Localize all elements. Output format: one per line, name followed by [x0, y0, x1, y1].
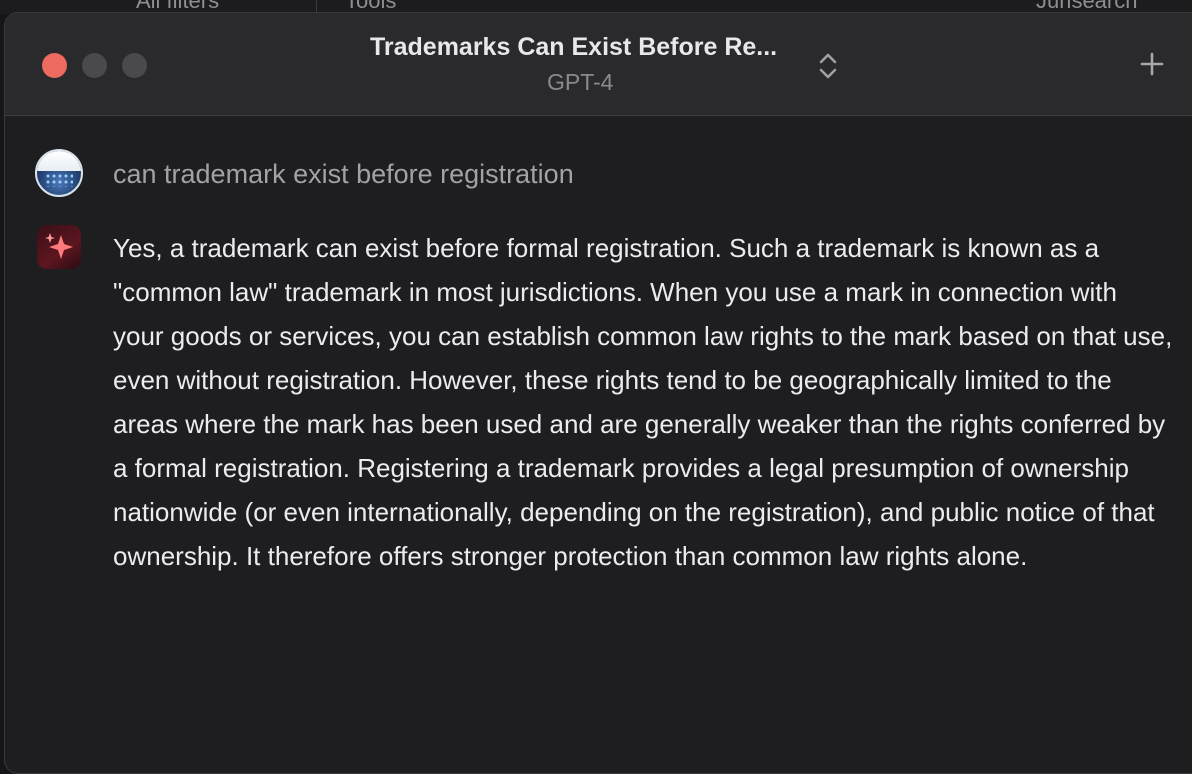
- new-chat-plus-icon[interactable]: [1137, 49, 1167, 79]
- avatar-lights: [45, 173, 73, 187]
- user-message: can trademark exist before registration: [113, 159, 574, 189]
- title-bar: Trademarks Can Exist Before Re... GPT-4: [5, 13, 1192, 116]
- chat-title[interactable]: Trademarks Can Exist Before Re...: [370, 33, 777, 62]
- model-label[interactable]: GPT-4: [547, 69, 613, 96]
- assistant-message: Yes, a trademark can exist before formal…: [113, 233, 1173, 571]
- conversation-area[interactable]: can trademark exist before registration …: [5, 116, 1192, 756]
- avatar-cap: [37, 151, 81, 171]
- close-window-button[interactable]: [42, 53, 67, 78]
- minimize-window-button[interactable]: [82, 53, 107, 78]
- zoom-window-button[interactable]: [122, 53, 147, 78]
- user-avatar: [35, 149, 83, 197]
- chat-window: Trademarks Can Exist Before Re... GPT-4 …: [4, 12, 1192, 774]
- chevron-up-down-icon[interactable]: [815, 51, 841, 81]
- sparkle-icon: [45, 233, 73, 259]
- assistant-avatar: [37, 225, 81, 269]
